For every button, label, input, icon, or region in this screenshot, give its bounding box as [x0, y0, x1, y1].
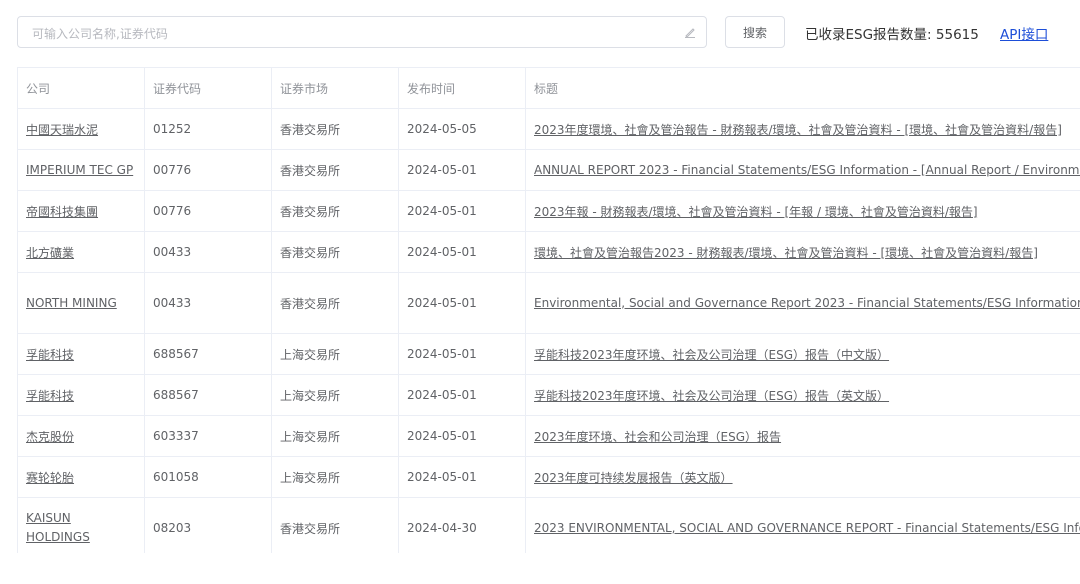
date-cell: 2024-04-30 — [398, 497, 526, 553]
table-row: 赛轮轮胎 601058 上海交易所 2024-05-01 2023年度可持续发展… — [17, 456, 1080, 498]
column-header-title: 标题 — [525, 67, 1080, 109]
company-cell: NORTH MINING — [17, 272, 145, 334]
company-cell: KAISUN HOLDINGS — [17, 497, 145, 553]
company-cell: 杰克股份 — [17, 415, 145, 457]
date-cell: 2024-05-01 — [398, 231, 526, 273]
company-cell: 北方礦業 — [17, 231, 145, 273]
report-table-container: 公司 证券代码 证券市场 发布时间 标题 中國天瑞水泥 01252 香港交易所 … — [17, 67, 1080, 553]
date-cell: 2024-05-05 — [398, 108, 526, 150]
code-cell: 08203 — [144, 497, 272, 553]
table-header-row: 公司 证券代码 证券市场 发布时间 标题 — [17, 67, 1080, 109]
market-cell: 香港交易所 — [271, 231, 399, 273]
report-title-link[interactable]: Environmental, Social and Governance Rep… — [534, 294, 1080, 313]
title-cell: Environmental, Social and Governance Rep… — [525, 272, 1080, 334]
table-row: NORTH MINING 00433 香港交易所 2024-05-01 Envi… — [17, 272, 1080, 334]
company-link[interactable]: 北方礦業 — [26, 246, 74, 260]
report-table: 公司 证券代码 证券市场 发布时间 标题 中國天瑞水泥 01252 香港交易所 … — [17, 67, 1080, 553]
title-cell: 2023年度环境、社会和公司治理（ESG）报告 — [525, 415, 1080, 457]
date-cell: 2024-05-01 — [398, 149, 526, 191]
table-row: 中國天瑞水泥 01252 香港交易所 2024-05-05 2023年度環境、社… — [17, 108, 1080, 150]
api-link[interactable]: API接口 — [1000, 23, 1048, 43]
title-cell: 2023 ENVIRONMENTAL, SOCIAL AND GOVERNANC… — [525, 497, 1080, 553]
date-cell: 2024-05-01 — [398, 190, 526, 232]
market-cell: 香港交易所 — [271, 272, 399, 334]
company-cell: 帝國科技集團 — [17, 190, 145, 232]
title-cell: 2023年報 - 財務報表/環境、社會及管治資料 - [年報 / 環境、社會及管… — [525, 190, 1080, 232]
table-row: 北方礦業 00433 香港交易所 2024-05-01 環境、社會及管治報告20… — [17, 231, 1080, 273]
search-box[interactable] — [17, 16, 707, 48]
report-title-link[interactable]: 2023年度可持续发展报告（英文版） — [534, 471, 733, 485]
code-cell: 00776 — [144, 190, 272, 232]
company-link[interactable]: 帝國科技集團 — [26, 205, 98, 219]
company-cell: 孚能科技 — [17, 333, 145, 375]
market-cell: 上海交易所 — [271, 333, 399, 375]
date-cell: 2024-05-01 — [398, 415, 526, 457]
column-header-company: 公司 — [17, 67, 145, 109]
date-cell: 2024-05-01 — [398, 333, 526, 375]
code-cell: 00433 — [144, 231, 272, 273]
title-cell: 2023年度可持续发展报告（英文版） — [525, 456, 1080, 498]
company-link[interactable]: 孚能科技 — [26, 389, 74, 403]
title-cell: 孚能科技2023年度环境、社会及公司治理（ESG）报告（英文版） — [525, 374, 1080, 416]
market-cell: 上海交易所 — [271, 456, 399, 498]
search-toolbar: 搜索 已收录ESG报告数量: 55615 API接口 — [17, 16, 1080, 50]
column-header-code: 证券代码 — [144, 67, 272, 109]
column-header-date: 发布时间 — [398, 67, 526, 109]
report-title-link[interactable]: 環境、社會及管治報告2023 - 財務報表/環境、社會及管治資料 - [環境、社… — [534, 246, 1038, 260]
report-title-link[interactable]: 2023年報 - 財務報表/環境、社會及管治資料 - [年報 / 環境、社會及管… — [534, 205, 978, 219]
company-link[interactable]: NORTH MINING — [26, 296, 117, 310]
company-link[interactable]: IMPERIUM TEC GP — [26, 163, 133, 177]
company-cell: 赛轮轮胎 — [17, 456, 145, 498]
code-cell: 688567 — [144, 374, 272, 416]
title-cell: ANNUAL REPORT 2023 - Financial Statement… — [525, 149, 1080, 191]
code-cell: 688567 — [144, 333, 272, 375]
search-input[interactable] — [30, 24, 674, 44]
search-button[interactable]: 搜索 — [725, 16, 785, 48]
company-link[interactable]: 杰克股份 — [26, 430, 74, 444]
company-cell: 中國天瑞水泥 — [17, 108, 145, 150]
date-cell: 2024-05-01 — [398, 374, 526, 416]
table-row: KAISUN HOLDINGS 08203 香港交易所 2024-04-30 2… — [17, 497, 1080, 553]
market-cell: 香港交易所 — [271, 190, 399, 232]
company-link[interactable]: KAISUN HOLDINGS — [26, 509, 136, 547]
company-cell: IMPERIUM TEC GP — [17, 149, 145, 191]
market-cell: 香港交易所 — [271, 108, 399, 150]
table-row: 帝國科技集團 00776 香港交易所 2024-05-01 2023年報 - 財… — [17, 190, 1080, 232]
report-count-label: 已收录ESG报告数量: 55615 — [805, 27, 979, 43]
report-title-link[interactable]: 2023年度環境、社會及管治報告 - 財務報表/環境、社會及管治資料 - [環境… — [534, 123, 1062, 137]
company-link[interactable]: 赛轮轮胎 — [26, 471, 74, 485]
code-cell: 601058 — [144, 456, 272, 498]
market-cell: 香港交易所 — [271, 497, 399, 553]
company-link[interactable]: 中國天瑞水泥 — [26, 123, 98, 137]
report-title-link[interactable]: 孚能科技2023年度环境、社会及公司治理（ESG）报告（英文版） — [534, 389, 889, 403]
table-row: 孚能科技 688567 上海交易所 2024-05-01 孚能科技2023年度环… — [17, 374, 1080, 416]
company-cell: 孚能科技 — [17, 374, 145, 416]
code-cell: 01252 — [144, 108, 272, 150]
report-title-link[interactable]: ANNUAL REPORT 2023 - Financial Statement… — [534, 163, 1080, 177]
date-cell: 2024-05-01 — [398, 272, 526, 334]
code-cell: 00776 — [144, 149, 272, 191]
title-cell: 2023年度環境、社會及管治報告 - 財務報表/環境、社會及管治資料 - [環境… — [525, 108, 1080, 150]
code-cell: 00433 — [144, 272, 272, 334]
code-cell: 603337 — [144, 415, 272, 457]
table-row: 孚能科技 688567 上海交易所 2024-05-01 孚能科技2023年度环… — [17, 333, 1080, 375]
table-row: IMPERIUM TEC GP 00776 香港交易所 2024-05-01 A… — [17, 149, 1080, 191]
date-cell: 2024-05-01 — [398, 456, 526, 498]
edit-clear-icon[interactable] — [684, 26, 696, 38]
title-cell: 孚能科技2023年度环境、社会及公司治理（ESG）报告（中文版） — [525, 333, 1080, 375]
title-cell: 環境、社會及管治報告2023 - 財務報表/環境、社會及管治資料 - [環境、社… — [525, 231, 1080, 273]
report-title-link[interactable]: 2023 ENVIRONMENTAL, SOCIAL AND GOVERNANC… — [534, 519, 1080, 538]
market-cell: 香港交易所 — [271, 149, 399, 191]
column-header-market: 证券市场 — [271, 67, 399, 109]
report-title-link[interactable]: 2023年度环境、社会和公司治理（ESG）报告 — [534, 430, 781, 444]
market-cell: 上海交易所 — [271, 415, 399, 457]
company-link[interactable]: 孚能科技 — [26, 348, 74, 362]
market-cell: 上海交易所 — [271, 374, 399, 416]
table-row: 杰克股份 603337 上海交易所 2024-05-01 2023年度环境、社会… — [17, 415, 1080, 457]
report-title-link[interactable]: 孚能科技2023年度环境、社会及公司治理（ESG）报告（中文版） — [534, 348, 889, 362]
